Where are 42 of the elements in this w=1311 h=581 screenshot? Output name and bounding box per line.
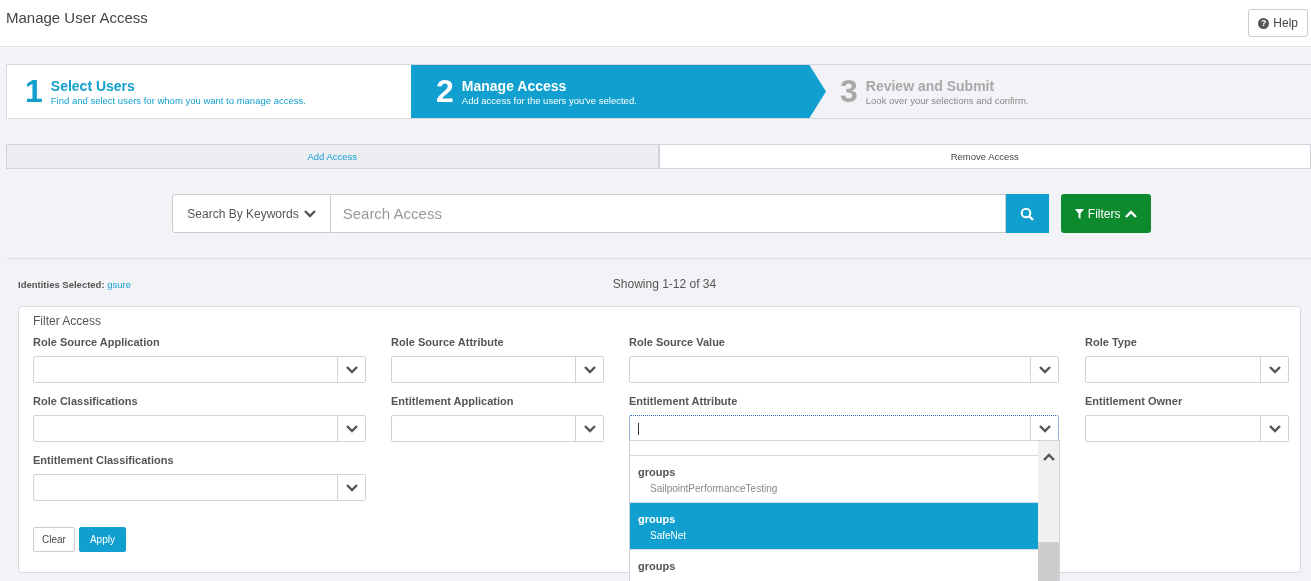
- chevron-down-icon[interactable]: [1260, 357, 1288, 382]
- access-tab[interactable]: Add Access: [6, 144, 659, 169]
- dropdown-option[interactable]: groups: [630, 549, 1038, 581]
- text-cursor: [638, 422, 639, 435]
- filter-icon: [1074, 208, 1084, 219]
- field-label: Role Classifications: [33, 395, 139, 409]
- apply-button[interactable]: Apply: [78, 527, 126, 552]
- help-button[interactable]: ? Help: [1248, 9, 1308, 37]
- field-label: Role Source Attribute: [391, 336, 505, 350]
- chevron-down-icon[interactable]: [337, 357, 365, 382]
- identity-link[interactable]: gsure: [107, 278, 131, 290]
- page-title: Manage User Access: [6, 9, 148, 26]
- field-label: Role Source Application: [33, 336, 161, 350]
- access-tab[interactable]: Remove Access: [658, 144, 1311, 169]
- clear-button[interactable]: Clear: [33, 527, 75, 552]
- results-count: Showing 1-12 of 34: [612, 277, 717, 291]
- chevron-down-icon[interactable]: [1030, 357, 1058, 382]
- search-button[interactable]: [1005, 194, 1049, 233]
- chevron-down-icon[interactable]: [575, 416, 603, 441]
- search-mode-dropdown[interactable]: Search By Keywords: [172, 194, 331, 233]
- chevron-down-icon[interactable]: [1030, 416, 1058, 441]
- search-icon: [1020, 206, 1035, 221]
- field-label: Entitlement Classifications: [33, 454, 175, 468]
- field-label: Role Type: [1085, 336, 1138, 350]
- identities-selected: Identities Selected: gsure: [18, 278, 132, 290]
- select-field[interactable]: [629, 415, 1059, 442]
- filters-button[interactable]: Filters: [1060, 194, 1151, 233]
- dropdown-option[interactable]: groups SafeNet: [630, 502, 1038, 549]
- panel-title: Filter Access: [33, 314, 102, 328]
- search-field[interactable]: Search Access: [330, 194, 1006, 233]
- field-label: Role Source Value: [629, 336, 726, 350]
- chevron-down-icon: [303, 209, 316, 218]
- chevron-down-icon[interactable]: [575, 357, 603, 382]
- chevron-up-icon: [1124, 209, 1137, 218]
- wizard-step[interactable]: 2 Manage Access Add access for the users you've selected.: [412, 65, 826, 118]
- field-label: Entitlement Attribute: [629, 395, 739, 409]
- chevron-down-icon[interactable]: [337, 416, 365, 441]
- chevron-down-icon[interactable]: [1260, 416, 1288, 441]
- chevron-down-icon[interactable]: [337, 475, 365, 500]
- field-label: Entitlement Owner: [1085, 395, 1184, 409]
- field-label: Entitlement Application: [391, 395, 515, 409]
- wizard-step[interactable]: 1 Select Users Find and select users for whom you want to manage access.: [7, 65, 412, 118]
